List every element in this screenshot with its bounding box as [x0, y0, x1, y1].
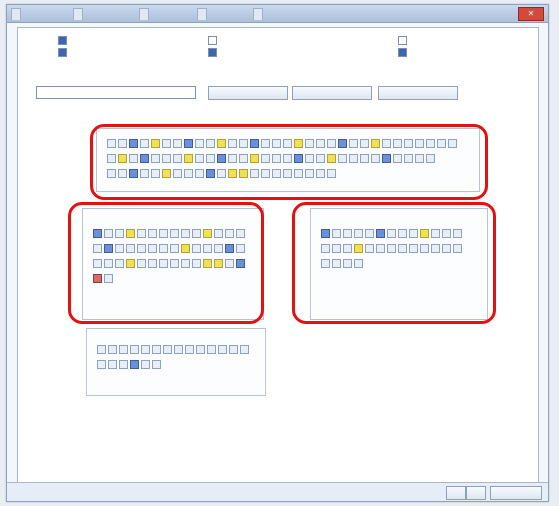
symbol-icon[interactable] — [97, 345, 106, 354]
option-left-1[interactable] — [58, 36, 70, 45]
tab-5[interactable] — [253, 8, 263, 20]
option-right-1[interactable] — [398, 36, 410, 45]
close-button[interactable]: ✕ — [518, 7, 544, 21]
option-mid-2[interactable] — [208, 48, 220, 57]
symbol-icon[interactable] — [240, 345, 249, 354]
symbol-icon[interactable] — [108, 345, 117, 354]
symbol-icon[interactable] — [119, 345, 128, 354]
option-right-2[interactable] — [398, 48, 410, 57]
checkbox-icon[interactable] — [208, 48, 217, 57]
symbol-icon[interactable] — [130, 360, 139, 369]
symbol-icon[interactable] — [229, 345, 238, 354]
symbol-icon[interactable] — [119, 360, 128, 369]
option-left-2[interactable] — [58, 48, 70, 57]
checkbox-icon[interactable] — [58, 36, 67, 45]
checkbox-icon[interactable] — [398, 36, 407, 45]
symbol-icon[interactable] — [97, 360, 106, 369]
footer-button-3[interactable] — [490, 486, 542, 500]
symbol-icon[interactable] — [218, 345, 227, 354]
tab-4[interactable] — [197, 8, 207, 20]
status-bar — [7, 482, 548, 501]
symbol-icon[interactable] — [152, 345, 161, 354]
tab-1[interactable] — [11, 8, 21, 20]
symbol-icon[interactable] — [207, 345, 216, 354]
title-bar: ✕ — [7, 5, 548, 23]
symbol-icon[interactable] — [108, 360, 117, 369]
symbol-icon[interactable] — [163, 345, 172, 354]
footer-button-1[interactable] — [446, 486, 466, 500]
action-button-3[interactable] — [378, 86, 458, 100]
checkbox-icon[interactable] — [208, 36, 217, 45]
checkbox-icon[interactable] — [398, 48, 407, 57]
highlight-frame-right — [292, 202, 496, 324]
footer-button-2[interactable] — [466, 486, 486, 500]
main-window: ✕ — [6, 4, 549, 502]
symbol-icon[interactable] — [141, 360, 150, 369]
checkbox-icon[interactable] — [58, 48, 67, 57]
highlight-frame-left — [68, 202, 264, 324]
symbol-icon[interactable] — [152, 360, 161, 369]
icon-group-bottom — [86, 328, 266, 396]
symbol-icon[interactable] — [141, 345, 150, 354]
symbol-icon[interactable] — [174, 345, 183, 354]
highlight-frame-top — [90, 124, 488, 200]
symbol-icon[interactable] — [196, 345, 205, 354]
tab-2[interactable] — [73, 8, 83, 20]
action-button-1[interactable] — [208, 86, 288, 100]
option-mid-1[interactable] — [208, 36, 220, 45]
symbol-icon[interactable] — [185, 345, 194, 354]
tab-3[interactable] — [139, 8, 149, 20]
icon-row-bottom-2 — [97, 360, 161, 369]
content-area — [17, 27, 539, 491]
icon-row-bottom-1 — [97, 345, 249, 354]
action-button-2[interactable] — [292, 86, 372, 100]
symbol-icon[interactable] — [130, 345, 139, 354]
search-input[interactable] — [36, 86, 196, 99]
